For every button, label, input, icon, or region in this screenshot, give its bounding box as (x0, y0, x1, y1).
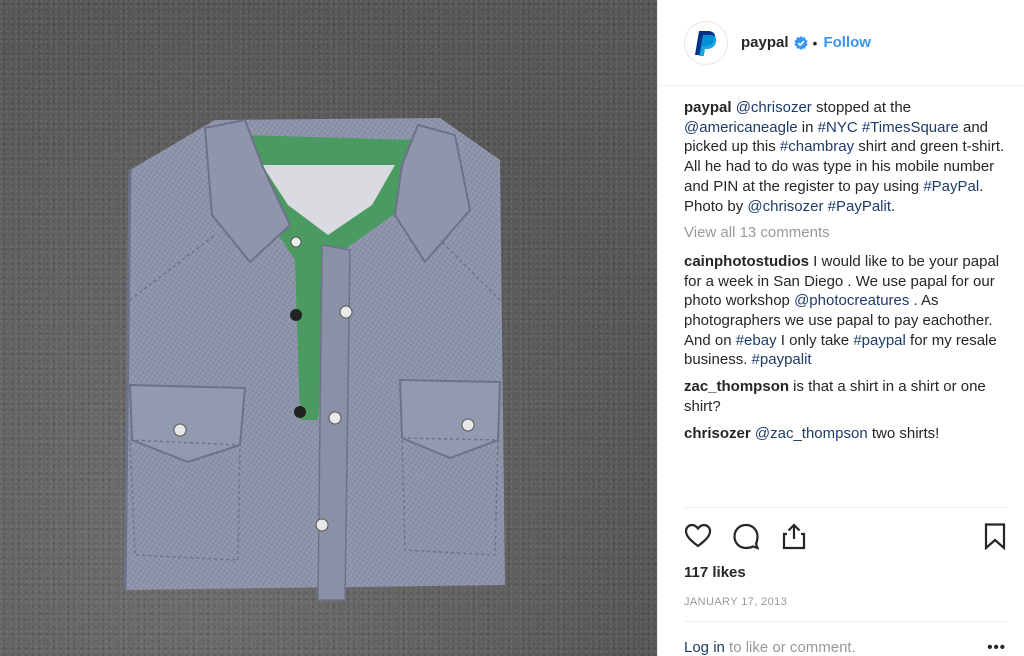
more-options-button[interactable]: ••• (987, 639, 1006, 656)
comment-text: stopped at the (811, 99, 912, 116)
caption: paypal @chrisozer stopped at the @americ… (684, 98, 1006, 216)
action-bar (684, 507, 1006, 554)
comment-list: cainphotostudios I would like to be your… (684, 252, 1006, 443)
tag-link[interactable]: #paypal (853, 332, 906, 349)
tag-link[interactable]: @chrisozer (747, 198, 823, 215)
login-link[interactable]: Log in (684, 639, 725, 656)
comment-bubble-icon[interactable] (732, 522, 760, 550)
chambray-shirt-illustration (123, 118, 505, 601)
tag-link[interactable]: #ebay (736, 332, 777, 349)
comment-text: . (891, 197, 896, 215)
comment-text: I only take (776, 331, 854, 349)
comment-username[interactable]: cainphotostudios (684, 253, 809, 270)
header-separator: • (812, 34, 818, 51)
comment-item: cainphotostudios I would like to be your… (684, 252, 1006, 370)
tag-link[interactable]: #PayPal (923, 178, 979, 195)
tag-link[interactable]: @chrisozer (736, 99, 812, 116)
post-username[interactable]: paypal (741, 34, 789, 51)
comment-text: two shirts! (867, 424, 940, 442)
heart-icon[interactable] (684, 522, 712, 550)
comment-text: in (797, 118, 818, 136)
tag-link[interactable]: #chambray (780, 138, 854, 155)
comment-item: chrisozer @zac_thompson two shirts! (684, 424, 1006, 444)
follow-button[interactable]: Follow (823, 34, 871, 51)
tag-link[interactable]: #paypalit (752, 351, 812, 368)
tag-link[interactable]: #PayPalit (828, 198, 891, 215)
post-photo[interactable] (0, 0, 657, 656)
bookmark-icon[interactable] (981, 522, 1009, 550)
post-header: paypal • Follow (658, 0, 1024, 86)
post-date: JANUARY 17, 2013 (684, 596, 788, 608)
paypal-logo-icon[interactable] (684, 20, 728, 65)
likes-count[interactable]: 117 likes (684, 564, 1024, 581)
login-bar: Log in to like or comment. ••• (684, 621, 1006, 656)
tag-link[interactable]: #NYC (818, 119, 858, 136)
tag-link[interactable]: @zac_thompson (755, 425, 868, 442)
view-all-comments-link[interactable]: View all 13 comments (684, 223, 1006, 243)
comment-item: zac_thompson is that a shirt in a shirt … (684, 377, 1006, 416)
login-suffix: to like or comment. (724, 639, 856, 656)
verified-badge-icon (793, 35, 808, 50)
caption-username[interactable]: paypal (684, 99, 732, 116)
tag-link[interactable]: @photocreatures (794, 292, 909, 309)
comments-section: paypal @chrisozer stopped at the @americ… (658, 86, 1024, 450)
comment-username[interactable]: chrisozer (684, 425, 751, 442)
post-side-panel: paypal • Follow paypal @chrisozer stoppe… (657, 0, 1024, 656)
tag-link[interactable]: @americaneagle (684, 119, 798, 136)
share-icon[interactable] (780, 522, 808, 550)
tag-link[interactable]: #TimesSquare (862, 119, 959, 136)
comment-username[interactable]: zac_thompson (684, 378, 789, 395)
caption-text: @chrisozer stopped at the @americaneagle… (684, 99, 1004, 215)
